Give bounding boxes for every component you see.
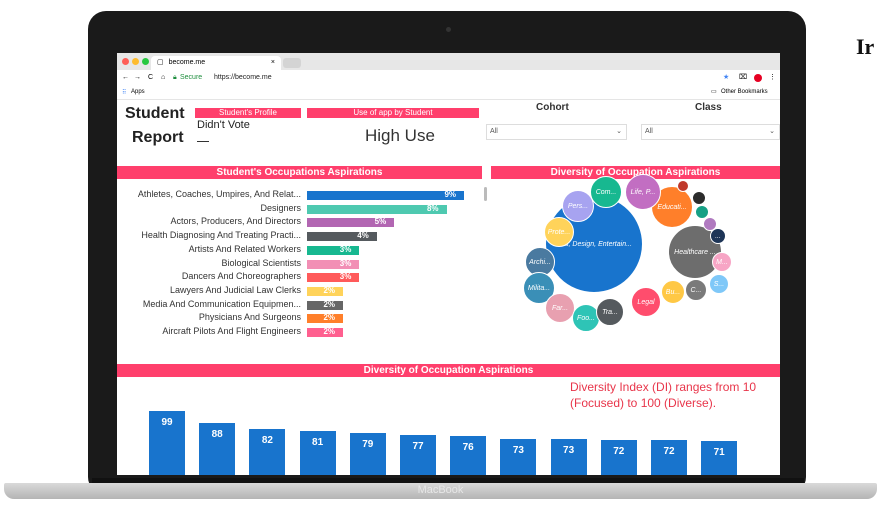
star-icon[interactable]: ★ [723,73,729,81]
occupation-bubble[interactable]: Pers... [562,190,594,222]
occupation-label: Athletes, Coaches, Umpires, And Relat... [137,189,301,199]
diversity-value: 73 [512,445,524,457]
occupation-value: 3% [339,272,352,282]
close-window-icon[interactable] [122,58,129,65]
occupation-label: Designers [260,202,301,213]
laptop-brand: MacBook [417,484,464,496]
tab-use-of-app[interactable]: Use of app by Student [307,108,479,118]
folder-icon: ▭ [711,89,717,95]
occupation-bubble-chart: Arts, Design, Entertain... Healthcare ...… [491,174,780,353]
apps-bookmark[interactable]: Apps [131,89,145,95]
occupation-bubble[interactable] [677,180,689,192]
cohort-label: Cohort [536,102,569,113]
diversity-value: 71 [713,447,725,459]
occupation-value: 5% [374,217,387,227]
occupation-value: 8% [426,203,439,213]
occupation-value: 3% [339,244,352,254]
browser-window: ▢ become.me × ← → C ⌂ 🔒︎ Secure https://… [117,53,780,475]
occupation-label: Aircraft Pilots And Flight Engineers [162,326,301,336]
other-bookmarks[interactable]: Other Bookmarks [721,89,768,95]
menu-icon[interactable]: ⋮ [769,73,776,81]
diversity-value: 82 [261,435,273,447]
lock-icon: 🔒︎ [173,74,177,81]
secure-label: Secure [180,74,203,81]
occupation-bubble[interactable]: C... [685,279,707,301]
browser-tab[interactable]: ▢ become.me × [151,56,281,70]
report-title-line-2: Report [132,129,184,146]
diversity-title: Diversity of Occupation Aspirations [117,364,780,377]
diversity-value: 72 [613,446,625,458]
occupation-value: 9% [444,190,456,199]
occupation-value: 3% [339,258,352,268]
diversity-value: 72 [663,446,675,458]
occupation-label: Physicians And Surgeons [198,312,301,323]
occupation-label: Artists And Related Workers [188,243,301,254]
page-icon: ▢ [157,59,164,66]
occupation-label: Media And Communication Equipmen... [142,298,301,309]
use-level: High Use [365,126,435,145]
occupation-label: Lawyers And Judicial Law Clerks [169,284,301,295]
occupation-value: 2% [323,313,335,323]
class-select-value: All [645,128,653,135]
extension-icon[interactable]: ⌧ [739,73,747,81]
class-label: Class [695,102,722,113]
diversity-column-chart: 99 88 82 81 79 77 76 73 73 72 72 71 [117,393,780,475]
bookmarks-bar: ⠿ Apps ▭ Other Bookmarks [117,88,780,100]
vote-status-cutoff [197,141,209,146]
occupation-bubble[interactable]: Com... [590,176,622,208]
diversity-value: 76 [462,441,474,453]
diversity-value: 99 [161,417,173,428]
address-bar-row: ← → C ⌂ 🔒︎ Secure https://become.me ★ ⌧ … [117,70,780,89]
occupation-value: 2% [323,285,335,295]
apps-grid-icon[interactable]: ⠿ [122,89,126,96]
diversity-value: 81 [312,436,324,448]
new-tab-button[interactable] [283,58,301,68]
occupations-scrollbar[interactable] [484,187,487,201]
chevron-down-icon: ⌄ [616,128,622,135]
occupation-bubble[interactable]: Far... [545,293,575,323]
class-select[interactable]: All ⌄ [641,124,780,140]
vote-status: Didn't Vote [197,119,250,131]
home-icon[interactable]: ⌂ [161,74,165,81]
occupation-value: 2% [323,327,335,336]
pinterest-icon[interactable] [754,74,762,82]
occupation-bubble[interactable]: Prote... [544,217,574,247]
url-text[interactable]: https://become.me [214,74,272,81]
forward-icon[interactable]: → [134,74,141,81]
occupation-label: Health Diagnosing And Treating Practi... [141,230,301,241]
diversity-value: 77 [412,440,424,452]
close-tab-icon[interactable]: × [271,56,275,70]
occupation-bubble[interactable] [703,217,717,231]
diversity-value: 88 [211,428,223,440]
occupations-title: Student's Occupations Aspirations [117,166,482,179]
tab-title: become.me [168,59,206,66]
camera-icon [446,27,451,32]
occupation-bubble[interactable]: Legal [631,287,661,317]
browser-tab-bar: ▢ become.me × [117,53,780,70]
occupation-value: 4% [357,231,369,241]
occupations-bar-chart: Athletes, Coaches, Umpires, And Relat...… [117,189,487,351]
occupation-bubble[interactable]: M... [712,252,732,272]
occupation-bubble[interactable] [692,191,706,205]
occupation-bubble[interactable]: S... [709,274,729,294]
reload-icon[interactable]: C [148,74,153,81]
outside-heading-fragment: Ir [856,34,875,59]
occupation-label: Actors, Producers, And Directors [170,216,301,227]
occupation-bubble[interactable]: Bu... [661,280,685,304]
diversity-value: 73 [563,445,575,457]
occupation-bubble[interactable]: Life, P... [625,174,661,210]
occupation-value: 2% [323,299,335,309]
occupation-label: Biological Scientists [221,257,301,268]
report-title-line-1: Student [125,105,185,122]
maximize-window-icon[interactable] [142,58,149,65]
cohort-select-value: All [490,128,498,135]
minimize-window-icon[interactable] [132,58,139,65]
chevron-down-icon: ⌄ [769,128,775,135]
occupation-label: Dancers And Choreographers [181,271,301,282]
cohort-select[interactable]: All ⌄ [486,124,627,140]
back-icon[interactable]: ← [122,74,129,81]
tab-students-profile[interactable]: Student's Profile [195,108,301,118]
diversity-value: 79 [362,438,374,450]
occupation-bubble[interactable]: Tra... [596,298,624,326]
